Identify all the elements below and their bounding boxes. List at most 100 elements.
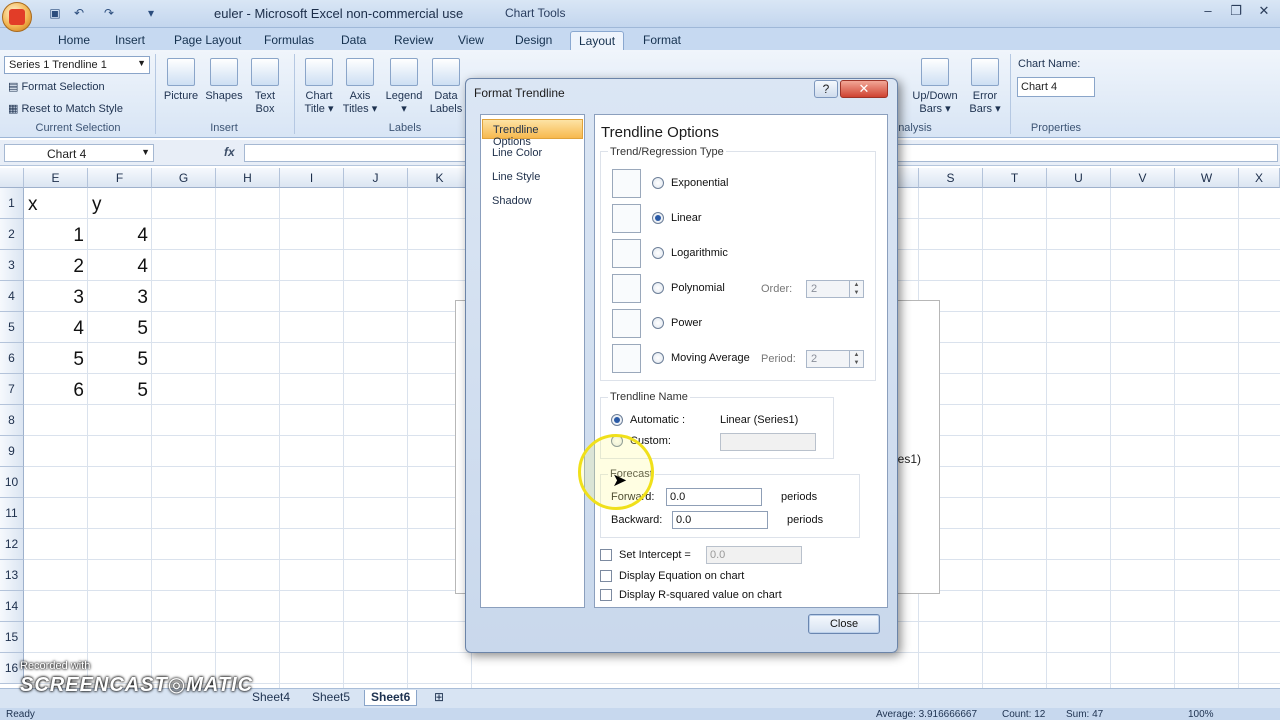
shapes-button[interactable]: Shapes xyxy=(204,58,244,103)
polynomial-label[interactable]: Polynomial xyxy=(671,282,725,294)
moving-average-label[interactable]: Moving Average xyxy=(671,352,750,364)
sheet-tab-sheet4[interactable]: Sheet4 xyxy=(246,690,296,706)
name-box[interactable]: Chart 4 ▼ xyxy=(4,144,154,162)
save-icon[interactable]: ▣ xyxy=(48,6,62,20)
column-header[interactable]: K xyxy=(408,168,472,188)
cell-y[interactable]: 4 xyxy=(88,221,148,251)
reset-to-match-style-button[interactable]: ▦ Reset to Match Style xyxy=(8,102,123,115)
cell-f1[interactable]: y xyxy=(92,190,102,220)
column-header[interactable]: X xyxy=(1239,168,1280,188)
display-r-squared-label[interactable]: Display R-squared value on chart xyxy=(619,589,782,601)
column-header[interactable]: U xyxy=(1047,168,1111,188)
tab-home[interactable]: Home xyxy=(50,31,98,50)
forward-input[interactable]: 0.0 xyxy=(666,488,762,506)
column-header[interactable]: F xyxy=(88,168,152,188)
format-selection-button[interactable]: ▤ Format Selection xyxy=(8,80,105,93)
moving-average-radio[interactable] xyxy=(652,352,664,364)
custom-name-input[interactable] xyxy=(720,433,816,451)
linear-label[interactable]: Linear xyxy=(671,212,702,224)
tab-review[interactable]: Review xyxy=(386,31,441,50)
cell-x[interactable]: 5 xyxy=(24,345,84,375)
zoom-level[interactable]: 100% xyxy=(1188,709,1214,720)
column-header[interactable]: G xyxy=(152,168,216,188)
period-spinner[interactable]: 2 ▲ ▼ xyxy=(806,350,864,368)
close-window-button[interactable]: ✕ xyxy=(1250,0,1278,22)
column-header[interactable]: S xyxy=(919,168,983,188)
sheet-tab-sheet6[interactable]: Sheet6 xyxy=(364,690,418,706)
linear-radio[interactable] xyxy=(652,212,664,224)
minimize-button[interactable]: – xyxy=(1194,0,1222,22)
cell-x[interactable]: 1 xyxy=(24,221,84,251)
row-header[interactable]: 7 xyxy=(0,374,24,405)
undo-icon[interactable]: ↶ xyxy=(72,6,86,20)
column-header[interactable]: E xyxy=(24,168,88,188)
display-r-squared-checkbox[interactable] xyxy=(600,589,612,601)
row-header[interactable]: 11 xyxy=(0,498,24,529)
chart-title-button[interactable]: Chart Title ▾ xyxy=(300,58,338,116)
tab-format[interactable]: Format xyxy=(635,31,689,50)
cell-y[interactable]: 5 xyxy=(88,376,148,406)
qat-customize-icon[interactable]: ▾ xyxy=(144,6,158,20)
tab-data[interactable]: Data xyxy=(333,31,374,50)
spinner-arrows-icon[interactable]: ▲ ▼ xyxy=(849,351,863,367)
close-button[interactable]: Close xyxy=(808,614,880,634)
cell-y[interactable]: 4 xyxy=(88,252,148,282)
automatic-label[interactable]: Automatic : xyxy=(630,414,685,426)
chart-elements-dropdown[interactable]: Series 1 Trendline 1 ▼ xyxy=(4,56,150,74)
axis-titles-button[interactable]: Axis Titles ▾ xyxy=(340,58,380,116)
exponential-label[interactable]: Exponential xyxy=(671,177,729,189)
row-header[interactable]: 14 xyxy=(0,591,24,622)
error-bars-button[interactable]: Error Bars ▾ xyxy=(966,58,1004,116)
row-header[interactable]: 15 xyxy=(0,622,24,653)
cell-x[interactable]: 6 xyxy=(24,376,84,406)
nav-line-color[interactable]: Line Color xyxy=(482,143,583,163)
help-button[interactable]: ? xyxy=(814,80,838,98)
sheet-tab-sheet5[interactable]: Sheet5 xyxy=(306,690,356,706)
row-header[interactable]: 2 xyxy=(0,219,24,250)
order-spinner[interactable]: 2 ▲ ▼ xyxy=(806,280,864,298)
text-box-button[interactable]: Text Box xyxy=(248,58,282,116)
tab-insert[interactable]: Insert xyxy=(107,31,153,50)
row-header[interactable]: 4 xyxy=(0,281,24,312)
power-label[interactable]: Power xyxy=(671,317,702,329)
row-header[interactable]: 8 xyxy=(0,405,24,436)
intercept-input[interactable]: 0.0 xyxy=(706,546,802,564)
logarithmic-label[interactable]: Logarithmic xyxy=(671,247,728,259)
cell-y[interactable]: 5 xyxy=(88,314,148,344)
column-header[interactable]: V xyxy=(1111,168,1175,188)
cell-y[interactable]: 5 xyxy=(88,345,148,375)
column-header[interactable]: J xyxy=(344,168,408,188)
column-header[interactable]: T xyxy=(983,168,1047,188)
legend-button[interactable]: Legend ▾ xyxy=(382,58,426,116)
nav-trendline-options[interactable]: Trendline Options xyxy=(482,119,583,148)
spinner-arrows-icon[interactable]: ▲ ▼ xyxy=(849,281,863,297)
up-down-bars-button[interactable]: Up/Down Bars ▾ xyxy=(906,58,964,116)
row-header[interactable]: 13 xyxy=(0,560,24,591)
nav-shadow[interactable]: Shadow xyxy=(482,191,583,211)
column-header[interactable]: I xyxy=(280,168,344,188)
automatic-name-radio[interactable] xyxy=(611,414,623,426)
cell-x[interactable]: 3 xyxy=(24,283,84,313)
tab-design[interactable]: Design xyxy=(507,31,560,50)
chart-name-input[interactable]: Chart 4 xyxy=(1017,77,1095,97)
set-intercept-checkbox[interactable] xyxy=(600,549,612,561)
backward-input[interactable]: 0.0 xyxy=(672,511,768,529)
tab-page-layout[interactable]: Page Layout xyxy=(166,31,249,50)
column-header[interactable]: W xyxy=(1175,168,1239,188)
tab-formulas[interactable]: Formulas xyxy=(256,31,322,50)
cell-x[interactable]: 2 xyxy=(24,252,84,282)
row-header[interactable]: 1 xyxy=(0,188,24,219)
polynomial-radio[interactable] xyxy=(652,282,664,294)
select-all-corner[interactable] xyxy=(0,168,24,188)
tab-layout[interactable]: Layout xyxy=(570,31,625,50)
tab-view[interactable]: View xyxy=(450,31,492,50)
row-header[interactable]: 10 xyxy=(0,467,24,498)
column-header-partial[interactable] xyxy=(895,168,919,188)
dialog-close-x-button[interactable]: ✕ xyxy=(840,80,888,98)
row-header[interactable]: 5 xyxy=(0,312,24,343)
row-header[interactable]: 6 xyxy=(0,343,24,374)
insert-sheet-icon[interactable]: ⊞ xyxy=(428,690,450,706)
logarithmic-radio[interactable] xyxy=(652,247,664,259)
restore-button[interactable]: ❐ xyxy=(1222,0,1250,22)
row-header[interactable]: 3 xyxy=(0,250,24,281)
